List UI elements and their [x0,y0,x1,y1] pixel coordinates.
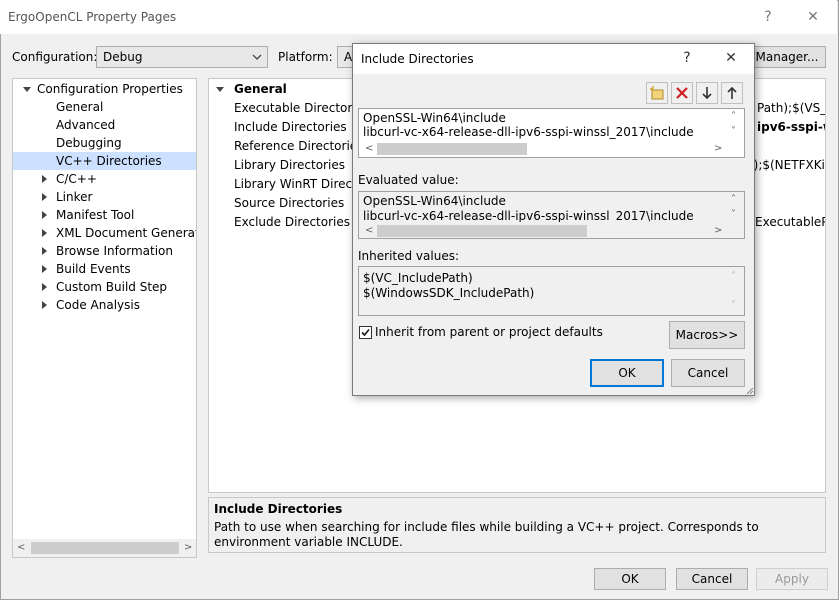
close-icon[interactable]: ✕ [721,49,741,67]
dialog-title: Include Directories [361,52,474,66]
tree-item-custom-build-step[interactable]: Custom Build Step [56,278,167,296]
tree-item-xml-document-generator[interactable]: XML Document Generator [56,224,196,242]
evaluated-label: Evaluated value: [358,173,459,187]
chevron-down-icon [252,54,262,60]
property-value[interactable]: 4);$(NETFXKits [746,156,825,174]
scroll-left-icon[interactable]: < [365,224,373,238]
property-executable-directories[interactable]: Executable Directories [234,99,369,117]
inherited-line: $(WindowsSDK_IncludePath) [363,286,535,300]
move-up-icon[interactable] [721,82,743,104]
scroll-left-icon[interactable]: < [17,541,25,555]
scroll-down-icon[interactable]: ˅ [731,299,736,313]
expand-arrow-icon[interactable] [42,247,47,255]
tree-item-browse-information[interactable]: Browse Information [56,242,173,260]
expand-arrow-icon[interactable] [42,283,47,291]
property-exclude-directories[interactable]: Exclude Directories [234,213,350,231]
scroll-up-icon[interactable]: ˄ [731,270,736,284]
close-icon[interactable]: ✕ [803,8,823,26]
description-text: Path to use when searching for include f… [214,520,759,549]
property-include-directories[interactable]: Include Directories [234,118,347,136]
scroll-up-icon[interactable]: ˄ [731,193,736,207]
cancel-button[interactable]: Cancel [676,568,748,590]
tree-item-debugging[interactable]: Debugging [56,134,122,152]
tree-item-vc-directories[interactable]: VC++ Directories [13,152,196,170]
tree-item-manifest-tool[interactable]: Manifest Tool [56,206,134,224]
apply-button[interactable]: Apply [756,568,828,590]
scroll-right-icon[interactable]: > [714,142,722,156]
tree-scrollbar[interactable]: < > [13,539,196,557]
evaluated-hscrollbar[interactable]: < > [359,224,729,238]
tree-item-c-cpp[interactable]: C/C++ [56,170,97,188]
expand-arrow-icon[interactable] [42,193,47,201]
inherit-checkbox[interactable] [359,326,372,339]
inherited-line: $(VC_IncludePath) [363,271,473,285]
help-icon[interactable]: ? [758,8,778,26]
expand-arrow-icon[interactable] [42,229,47,237]
property-reference-directories[interactable]: Reference Directories [234,137,363,155]
category-header: General [234,82,287,96]
window-title: ErgoOpenCL Property Pages [8,10,177,24]
property-library-directories[interactable]: Library Directories [234,156,345,174]
configuration-manager-button[interactable]: Manager... [748,46,826,68]
collapse-arrow-icon[interactable] [216,87,224,92]
list-hscrollbar[interactable]: < > [359,142,729,156]
dialog-cancel-button[interactable]: Cancel [671,359,745,387]
include-paths-list[interactable]: OpenSSL-Win64\include libcurl-vc-x64-rel… [358,108,745,158]
new-line-icon[interactable] [646,82,668,104]
dialog-title-bar: Include Directories ? ✕ [353,44,754,74]
scroll-up-icon[interactable]: ˄ [731,110,736,124]
dialog-ok-button[interactable]: OK [590,359,664,387]
scroll-right-icon[interactable]: > [184,541,192,555]
platform-label: Platform: [278,50,333,64]
tree-item-advanced[interactable]: Advanced [56,116,115,134]
tree-item-linker[interactable]: Linker [56,188,92,206]
description-panel: Include Directories Path to use when sea… [208,497,826,553]
delete-icon[interactable] [671,82,693,104]
scroll-thumb[interactable] [31,542,179,554]
platform-value: A [344,50,353,64]
list-item[interactable]: OpenSSL-Win64\include [363,111,506,125]
property-value[interactable]: Path);$(VS_Ex [757,99,825,117]
expand-arrow-icon[interactable] [42,211,47,219]
tree-root[interactable]: Configuration Properties [37,80,183,98]
evaluated-value-box: OpenSSL-Win64\include libcurl-vc-x64-rel… [358,191,745,239]
configuration-dropdown[interactable]: Debug [96,46,268,68]
expand-arrow-icon[interactable] [42,265,47,273]
ok-button[interactable]: OK [594,568,666,590]
help-icon[interactable]: ? [677,49,697,67]
scroll-down-icon[interactable]: ˅ [731,125,736,139]
scroll-down-icon[interactable]: ˅ [731,208,736,222]
evaluated-line: OpenSSL-Win64\include [363,194,506,208]
collapse-arrow-icon[interactable] [23,87,31,92]
scroll-left-icon[interactable]: < [365,142,373,156]
property-value[interactable]: ExecutablePa [755,213,825,231]
include-directories-dialog: Include Directories ? ✕ OpenSSL-Win64\in… [352,43,755,396]
description-title: Include Directories [214,502,343,516]
scroll-right-icon[interactable]: > [714,224,722,238]
move-down-icon[interactable] [696,82,718,104]
tree-item-build-events[interactable]: Build Events [56,260,131,278]
title-bar: ErgoOpenCL Property Pages ? ✕ [0,0,837,34]
category-tree: Configuration Properties General Advance… [12,78,197,558]
configuration-value: Debug [103,50,143,64]
expand-arrow-icon[interactable] [42,175,47,183]
list-item[interactable]: libcurl-vc-x64-release-dll-ipv6-sspi-win… [363,125,694,139]
evaluated-line: libcurl-vc-x64-release-dll-ipv6-sspi-win… [363,209,694,222]
tree-item-general[interactable]: General [56,98,103,116]
resize-grip-icon[interactable] [744,385,754,395]
inherited-label: Inherited values: [358,249,459,263]
scroll-thumb[interactable] [377,143,527,155]
scroll-thumb[interactable] [377,225,587,237]
configuration-label: Configuration: [12,50,98,64]
inherited-values-box: $(VC_IncludePath) $(WindowsSDK_IncludePa… [358,266,745,316]
expand-arrow-icon[interactable] [42,301,47,309]
macros-button[interactable]: Macros>> [669,321,745,349]
property-source-directories[interactable]: Source Directories [234,194,344,212]
tree-item-code-analysis[interactable]: Code Analysis [56,296,140,314]
property-value[interactable]: ipv6-sspi-win [757,118,825,136]
inherit-checkbox-label[interactable]: Inherit from parent or project defaults [375,325,603,339]
